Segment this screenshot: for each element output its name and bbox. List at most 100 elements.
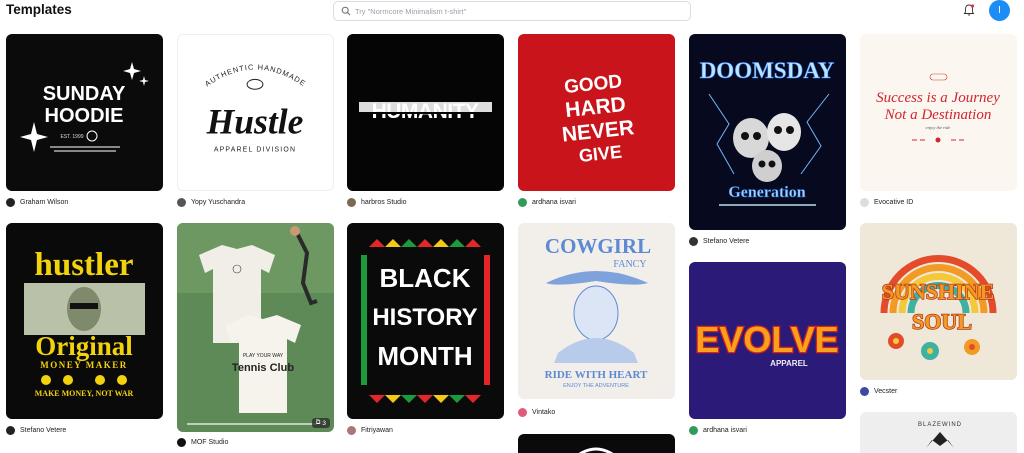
template-thumbnail: hustler Original MONEY MAKER MAKE MONEY,… — [6, 223, 163, 419]
template-thumbnail: Success is a Journey Not a Destination e… — [860, 34, 1017, 191]
design-text: PLAY YOUR WAY — [243, 353, 284, 359]
design-text: Hustle — [206, 102, 304, 142]
template-card[interactable]: BLACK HISTORY MONTH — [347, 223, 504, 419]
author-avatar — [6, 197, 15, 207]
template-thumbnail: SUNDAY HOODIE EST. 1999 — [6, 34, 163, 191]
template-card[interactable]: hustler Original MONEY MAKER MAKE MONEY,… — [6, 223, 163, 419]
author-row[interactable]: Vintako — [518, 406, 555, 418]
author-name: Graham Wilson — [20, 198, 69, 206]
pages-icon: ⧉ — [315, 419, 321, 426]
template-card[interactable]: COWGIRL FANCY RIDE WITH HEART ENJOY THE … — [518, 223, 675, 399]
author-avatar — [518, 197, 527, 207]
design-text: RIDE WITH HEART — [545, 369, 648, 381]
author-row[interactable]: Stefano Vetere — [689, 235, 749, 247]
author-row[interactable]: ardhana isvari — [689, 424, 747, 436]
author-avatar — [177, 437, 186, 447]
template-card[interactable]: SUNSHINE SOUL — [860, 223, 1017, 380]
design-text: Original — [35, 331, 133, 361]
author-name: Vintako — [532, 408, 556, 416]
author-name: ardhana isvari — [703, 426, 747, 434]
author-name: Yopy Yuschandra — [191, 198, 246, 206]
template-thumbnail: COWGIRL FANCY RIDE WITH HEART ENJOY THE … — [518, 223, 675, 399]
design-text: ENJOY THE ADVENTURE — [563, 383, 629, 389]
design-text: BLACK — [380, 263, 471, 293]
author-avatar — [860, 197, 869, 207]
design-text: Generation — [728, 184, 805, 201]
template-thumbnail: HUMANITY — [347, 34, 504, 191]
design-text: HUMANITY — [372, 100, 479, 123]
author-name: MOF Studio — [191, 438, 229, 446]
author-avatar — [518, 407, 527, 417]
top-bar: Templates I — [0, 0, 1024, 22]
design-text: EST. 1999 — [60, 134, 83, 140]
design-text: DOOMSDAY — [700, 58, 835, 83]
page-title: Templates — [6, 2, 72, 17]
template-card[interactable]: PLAY YOUR WAY Tennis Club ⧉ 3 — [177, 223, 334, 432]
author-avatar — [347, 425, 356, 435]
design-text: Success is a Journey — [876, 90, 1000, 106]
template-card[interactable] — [518, 434, 675, 453]
template-card[interactable]: Success is a Journey Not a Destination e… — [860, 34, 1017, 191]
template-card[interactable]: GOOD HARD NEVER GIVE — [518, 34, 675, 191]
search-icon — [341, 6, 351, 16]
author-row[interactable]: Fitriyawan — [347, 424, 393, 436]
author-row[interactable]: Stefano Vetere — [6, 424, 66, 436]
search-box[interactable] — [333, 1, 691, 21]
template-card[interactable]: AUTHENTIC HANDMADE Hustle APPAREL DIVISI… — [177, 34, 334, 191]
template-thumbnail: DOOMSDAY Generation — [689, 34, 846, 230]
user-avatar-button[interactable]: I — [989, 0, 1010, 21]
author-avatar — [6, 425, 15, 435]
template-card[interactable]: DOOMSDAY Generation — [689, 34, 846, 230]
design-text: MONEY MAKER — [40, 360, 127, 370]
author-row[interactable]: harbros Studio — [347, 196, 407, 208]
author-avatar — [860, 386, 869, 396]
design-text: HISTORY — [372, 304, 477, 331]
design-text: SOUL — [912, 309, 972, 334]
template-thumbnail: PLAY YOUR WAY Tennis Club — [177, 223, 334, 432]
design-text: FANCY — [613, 259, 646, 270]
author-avatar — [689, 236, 698, 246]
design-text: hustler — [35, 247, 134, 283]
template-card[interactable]: BLAZEWIND — [860, 412, 1017, 453]
design-text: APPAREL DIVISION — [214, 146, 296, 153]
search-input[interactable] — [355, 6, 675, 16]
template-thumbnail: GOOD HARD NEVER GIVE — [518, 34, 675, 191]
design-text: APPAREL — [770, 359, 808, 368]
template-thumbnail: BLAZEWIND — [860, 412, 1017, 453]
page-count-badge: ⧉ 3 — [311, 418, 330, 428]
author-name: Stefano Vetere — [20, 426, 67, 434]
design-text: MONTH — [377, 341, 472, 371]
design-text: SUNDAY — [43, 83, 126, 105]
author-name: harbros Studio — [361, 198, 407, 206]
author-row[interactable]: MOF Studio — [177, 436, 228, 448]
author-name: Evocative ID — [874, 198, 914, 206]
author-row[interactable]: Graham Wilson — [6, 196, 68, 208]
author-avatar — [177, 197, 186, 207]
author-avatar — [689, 425, 698, 435]
template-thumbnail: AUTHENTIC HANDMADE Hustle APPAREL DIVISI… — [178, 35, 333, 190]
design-text: EVOLVE — [695, 319, 838, 360]
author-name: Stefano Vetere — [703, 237, 750, 245]
author-row[interactable]: Evocative ID — [860, 196, 913, 208]
design-text: Tennis Club — [232, 362, 294, 374]
design-text: Not a Destination — [884, 107, 992, 123]
template-card[interactable]: EVOLVE APPAREL — [689, 262, 846, 419]
author-row[interactable]: Vecster — [860, 385, 897, 397]
author-name: ardhana isvari — [532, 198, 576, 206]
template-card[interactable]: SUNDAY HOODIE EST. 1999 — [6, 34, 163, 191]
design-text: SUNSHINE — [882, 279, 994, 304]
design-text: HOODIE — [45, 105, 124, 127]
template-thumbnail — [518, 434, 675, 453]
author-row[interactable]: Yopy Yuschandra — [177, 196, 245, 208]
author-name: Fitriyawan — [361, 426, 393, 434]
author-avatar — [347, 197, 356, 207]
template-thumbnail: SUNSHINE SOUL — [860, 223, 1017, 380]
design-text: enjoy the ride — [926, 125, 951, 130]
template-card[interactable]: HUMANITY — [347, 34, 504, 191]
author-name: Vecster — [874, 387, 898, 395]
design-text: COWGIRL — [545, 234, 651, 258]
notification-bell-icon[interactable] — [962, 3, 976, 17]
template-thumbnail: BLACK HISTORY MONTH — [347, 223, 504, 419]
design-text: MAKE MONEY, NOT WAR — [35, 389, 134, 398]
author-row[interactable]: ardhana isvari — [518, 196, 576, 208]
